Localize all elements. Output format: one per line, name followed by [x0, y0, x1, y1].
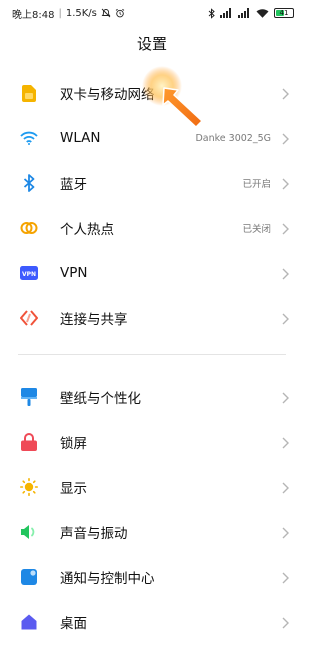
- wifi-icon: [256, 8, 269, 18]
- row-label: VPN: [60, 265, 88, 281]
- row-label: 蓝牙: [60, 177, 87, 193]
- row-bluetooth[interactable]: 蓝牙 已开启: [0, 161, 304, 205]
- row-connection-sharing[interactable]: 连接与共享: [0, 296, 304, 340]
- row-wlan[interactable]: WLAN Danke 3002_5G: [0, 116, 304, 160]
- home-icon: [20, 613, 38, 631]
- row-dual-sim[interactable]: 双卡与移动网络: [0, 71, 304, 115]
- battery-icon: 41: [274, 8, 294, 18]
- notification-icon: [20, 568, 38, 586]
- wallpaper-icon: [20, 388, 38, 406]
- row-value: 已开启: [242, 179, 271, 190]
- chevron-right-icon: [280, 221, 290, 235]
- row-label: 桌面: [60, 616, 87, 632]
- row-home-screen[interactable]: 桌面: [0, 600, 304, 644]
- row-hotspot[interactable]: 个人热点 已关闭: [0, 206, 304, 250]
- row-lock-screen[interactable]: 锁屏: [0, 420, 304, 464]
- chevron-right-icon: [280, 525, 290, 539]
- chevron-right-icon: [280, 311, 290, 325]
- alarm-icon: [115, 8, 125, 18]
- row-value: Danke 3002_5G: [195, 132, 271, 144]
- share-icon: [20, 309, 38, 327]
- chevron-right-icon: [280, 390, 290, 404]
- hotspot-icon: [20, 219, 38, 237]
- network-speed: 1.5K/s: [65, 7, 97, 19]
- row-notifications[interactable]: 通知与控制中心: [0, 555, 304, 599]
- svg-text:VPN: VPN: [22, 271, 36, 278]
- brightness-icon: [20, 478, 38, 496]
- sim-card-icon: [20, 84, 38, 102]
- chevron-right-icon: [280, 480, 290, 494]
- chevron-right-icon: [280, 131, 290, 145]
- row-vpn[interactable]: VPN VPN: [0, 251, 304, 295]
- wifi-icon: [20, 129, 38, 147]
- status-time: 晚上8:48: [12, 9, 55, 21]
- sound-icon: [20, 523, 38, 541]
- lock-icon: [20, 433, 38, 451]
- page-title: 设置: [136, 35, 167, 53]
- section-divider: [18, 354, 286, 355]
- signal-icon: [220, 8, 233, 18]
- chevron-right-icon: [280, 570, 290, 584]
- signal-icon: [238, 8, 251, 18]
- row-label: WLAN: [60, 130, 101, 146]
- chevron-right-icon: [280, 176, 290, 190]
- chevron-right-icon: [280, 86, 290, 100]
- mute-icon: [101, 8, 111, 18]
- row-label: 通知与控制中心: [60, 571, 155, 587]
- row-label: 声音与振动: [60, 526, 128, 542]
- row-label: 显示: [60, 481, 87, 497]
- row-label: 壁纸与个性化: [60, 391, 141, 407]
- row-display[interactable]: 显示: [0, 465, 304, 509]
- chevron-right-icon: [280, 435, 290, 449]
- row-label: 个人热点: [60, 222, 114, 238]
- row-wallpaper[interactable]: 壁纸与个性化: [0, 375, 304, 419]
- bluetooth-icon: [208, 7, 215, 19]
- chevron-right-icon: [280, 615, 290, 629]
- bluetooth-icon: [20, 174, 38, 192]
- vpn-icon: VPN: [20, 264, 38, 282]
- row-label: 锁屏: [60, 436, 87, 452]
- row-sound-vibration[interactable]: 声音与振动: [0, 510, 304, 554]
- row-label: 双卡与移动网络: [60, 87, 155, 103]
- chevron-right-icon: [280, 266, 290, 280]
- row-value: 已关闭: [242, 224, 271, 235]
- status-bar: 晚上8:48 | 1.5K/s 41: [0, 0, 304, 26]
- battery-level: 41: [279, 9, 289, 17]
- row-label: 连接与共享: [60, 312, 128, 328]
